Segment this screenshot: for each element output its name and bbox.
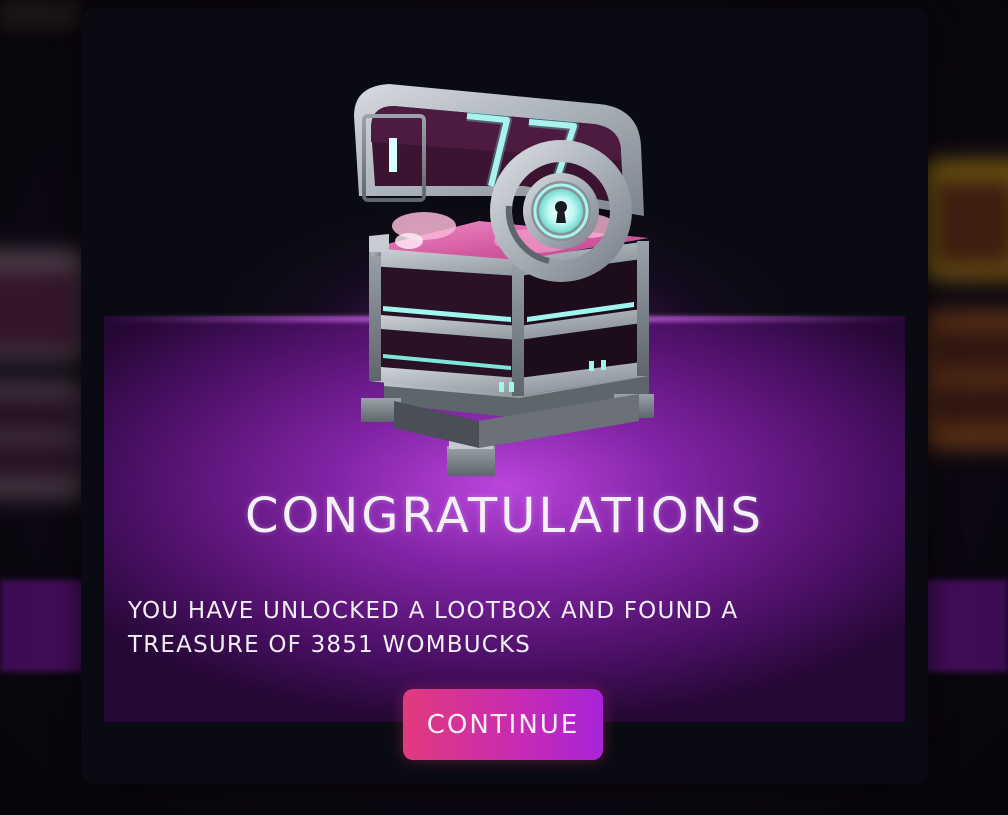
continue-button[interactable]: CONTINUE: [403, 689, 603, 760]
dialog-title: CONGRATULATIONS: [245, 488, 764, 544]
lootbox-chest-icon: [354, 84, 654, 476]
background-chest-icon: [918, 160, 1008, 450]
background-decoration: [0, 0, 80, 30]
background-chest-icon: [0, 250, 90, 500]
game-screen: CONGRATULATIONS YOU HAVE UNLOCKED A LOOT…: [0, 0, 1008, 815]
reward-message: YOU HAVE UNLOCKED A LOOTBOX AND FOUND A …: [128, 598, 739, 658]
reward-dialog: CONGRATULATIONS YOU HAVE UNLOCKED A LOOT…: [81, 8, 928, 784]
